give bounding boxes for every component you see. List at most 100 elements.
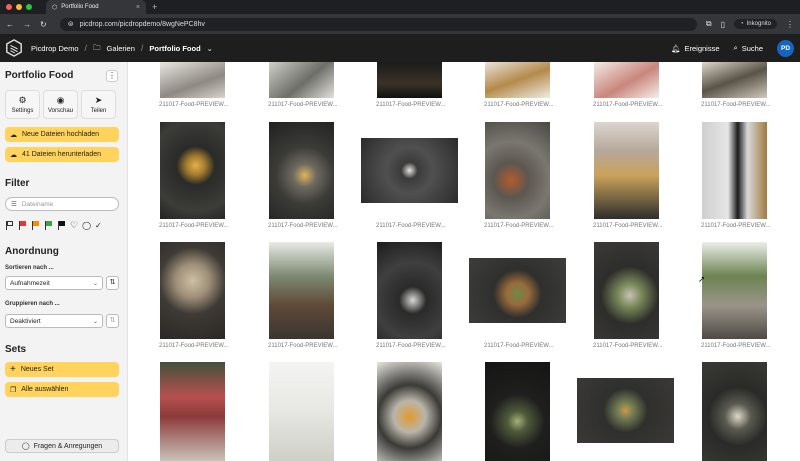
photo-thumbnail[interactable] — [160, 362, 225, 461]
preview-label: Vorschau — [47, 108, 74, 114]
feedback-label: Fragen & Anregungen — [33, 442, 103, 450]
photo-thumbnail[interactable] — [469, 258, 566, 323]
extension-icon[interactable]: ⧉ — [706, 19, 712, 29]
select-all-button[interactable]: ❐ Alle auswählen — [5, 382, 119, 397]
eye-icon: ◉ — [56, 95, 65, 105]
forward-icon[interactable]: → — [23, 20, 31, 29]
group-select[interactable]: Deaktiviert ⌄ — [5, 314, 103, 328]
breadcrumb-separator: / — [140, 43, 144, 53]
heart-icon[interactable]: ♡ — [70, 220, 78, 231]
maximize-window-button[interactable] — [26, 4, 32, 10]
photo-thumbnail[interactable] — [269, 122, 334, 219]
photo-thumbnail[interactable] — [577, 378, 674, 443]
split-view-icon[interactable]: ▯ — [721, 20, 725, 29]
check-icon[interactable]: ✓ — [95, 221, 102, 230]
flag-orange-icon[interactable] — [31, 221, 40, 230]
photo-caption: 211017-Food-PREVIEW... — [593, 102, 663, 108]
new-set-button[interactable]: + Neues Set — [5, 362, 119, 377]
order-heading: Anordnung — [5, 246, 59, 257]
breadcrumb-current[interactable]: Portfolio Food — [149, 44, 200, 53]
photo-thumbnail[interactable] — [594, 122, 659, 219]
photo-caption: 211017-Food-PREVIEW... — [701, 343, 771, 349]
settings-button[interactable]: ⚙ Settings — [5, 90, 40, 119]
browser-toolbar: ← → ↻ ⊜ picdrop.com/picdropdemo/8wgNePC8… — [0, 14, 800, 34]
favicon-icon: ⬡ — [52, 4, 58, 11]
photo-thumbnail[interactable] — [377, 62, 442, 98]
chevron-down-icon[interactable]: ⌄ — [207, 44, 213, 53]
flag-red-icon[interactable] — [18, 221, 27, 230]
photo-thumbnail[interactable] — [594, 242, 659, 339]
browser-tab-title: Portfolio Food — [61, 4, 99, 10]
photo-thumbnail[interactable] — [377, 242, 442, 339]
photo-thumbnail[interactable] — [702, 62, 767, 98]
photo-thumbnail[interactable] — [160, 122, 225, 219]
browser-tab[interactable]: ⬡ Portfolio Food × — [46, 0, 146, 14]
photo-caption: 211017-Food-PREVIEW... — [159, 223, 229, 229]
mouse-cursor-icon: ➚ — [698, 274, 706, 284]
sort-label: Sortieren nach ... — [5, 265, 54, 271]
group-label: Gruppieren nach ... — [5, 301, 60, 307]
comment-icon[interactable]: ◯ — [82, 221, 91, 230]
browser-menu-icon[interactable]: ⋮ — [786, 20, 794, 29]
picdrop-logo-icon[interactable] — [5, 39, 23, 57]
photo-thumbnail[interactable] — [269, 242, 334, 339]
photo-thumbnail[interactable] — [702, 362, 767, 461]
sort-direction-button[interactable]: ⇅ — [106, 276, 119, 290]
photo-thumbnail[interactable] — [269, 62, 334, 98]
reload-icon[interactable]: ↻ — [40, 20, 47, 29]
filename-filter-input[interactable]: ☰ Dateiname — [5, 197, 119, 211]
site-info-icon[interactable]: ⊜ — [68, 20, 74, 28]
photo-thumbnail[interactable] — [702, 242, 767, 339]
photo-caption: 211017-Food-PREVIEW... — [159, 102, 229, 108]
close-window-button[interactable] — [6, 4, 12, 10]
new-set-label: Neues Set — [20, 366, 54, 373]
photo-thumbnail[interactable] — [377, 362, 442, 461]
incognito-badge[interactable]: ◔ Inkognito — [734, 19, 777, 29]
flag-filters: ♡ ◯ ✓ — [5, 220, 102, 231]
incognito-label: Inkognito — [746, 21, 771, 27]
flag-outline-icon[interactable] — [5, 221, 14, 230]
minimize-window-button[interactable] — [16, 4, 22, 10]
new-tab-button[interactable]: + — [152, 2, 157, 12]
incognito-icon: ◔ — [740, 21, 744, 27]
close-tab-icon[interactable]: × — [136, 4, 140, 11]
photo-caption: 211017-Food-PREVIEW... — [484, 223, 554, 229]
flag-green-icon[interactable] — [44, 221, 53, 230]
flag-black-icon[interactable] — [57, 221, 66, 230]
photo-thumbnail[interactable] — [160, 62, 225, 98]
breadcrumb-galleries[interactable]: Galerien — [107, 44, 135, 53]
group-direction-button[interactable]: ⇅ — [106, 314, 119, 328]
share-label: Teilen — [90, 108, 107, 114]
back-icon[interactable]: ← — [6, 20, 14, 29]
preview-button[interactable]: ◉ Vorschau — [43, 90, 78, 119]
sort-select[interactable]: Aufnahmezeit ⌄ — [5, 276, 103, 290]
filter-heading: Filter — [5, 178, 30, 189]
photo-thumbnail[interactable] — [160, 242, 225, 339]
avatar[interactable]: PD — [777, 39, 794, 57]
photo-caption: 211017-Food-PREVIEW... — [376, 223, 446, 229]
photo-thumbnail[interactable] — [702, 122, 767, 219]
chevron-down-icon: ⌄ — [92, 280, 98, 287]
photo-thumbnail[interactable] — [485, 362, 550, 461]
address-bar[interactable]: ⊜ picdrop.com/picdropdemo/8wgNePC8hv — [59, 17, 697, 31]
photo-thumbnail[interactable] — [485, 122, 550, 219]
photo-thumbnail[interactable] — [361, 138, 458, 203]
upload-button[interactable]: ☁ Neue Dateien hochladen — [5, 127, 119, 142]
photo-thumbnail[interactable] — [485, 62, 550, 98]
share-button[interactable]: ➤ Teilen — [81, 90, 116, 119]
events-button[interactable]: 🔔︎ Ereignisse — [671, 44, 720, 53]
photo-caption: 211017-Food-PREVIEW... — [268, 223, 338, 229]
feedback-button[interactable]: ◯ Fragen & Anregungen — [5, 439, 119, 453]
search-button[interactable]: ⌕ Suche — [734, 43, 763, 53]
gallery-grid: 211017-Food-PREVIEW... 211017-Food-PREVI… — [128, 62, 800, 461]
photo-caption: 211017-Food-PREVIEW... — [376, 343, 446, 349]
photo-thumbnail[interactable] — [594, 62, 659, 98]
photo-thumbnail[interactable] — [269, 362, 334, 461]
breadcrumb-separator: / — [84, 43, 88, 53]
more-options-button[interactable]: ⋮ — [106, 70, 118, 82]
breadcrumb: Picdrop Demo / 🗀 Galerien / Portfolio Fo… — [31, 42, 213, 55]
app-header-actions: 🔔︎ Ereignisse ⌕ Suche PD — [671, 39, 794, 57]
download-button[interactable]: ☁ 41 Dateien herunterladen — [5, 147, 119, 162]
breadcrumb-workspace[interactable]: Picdrop Demo — [31, 44, 79, 53]
plus-icon: + — [10, 364, 16, 375]
